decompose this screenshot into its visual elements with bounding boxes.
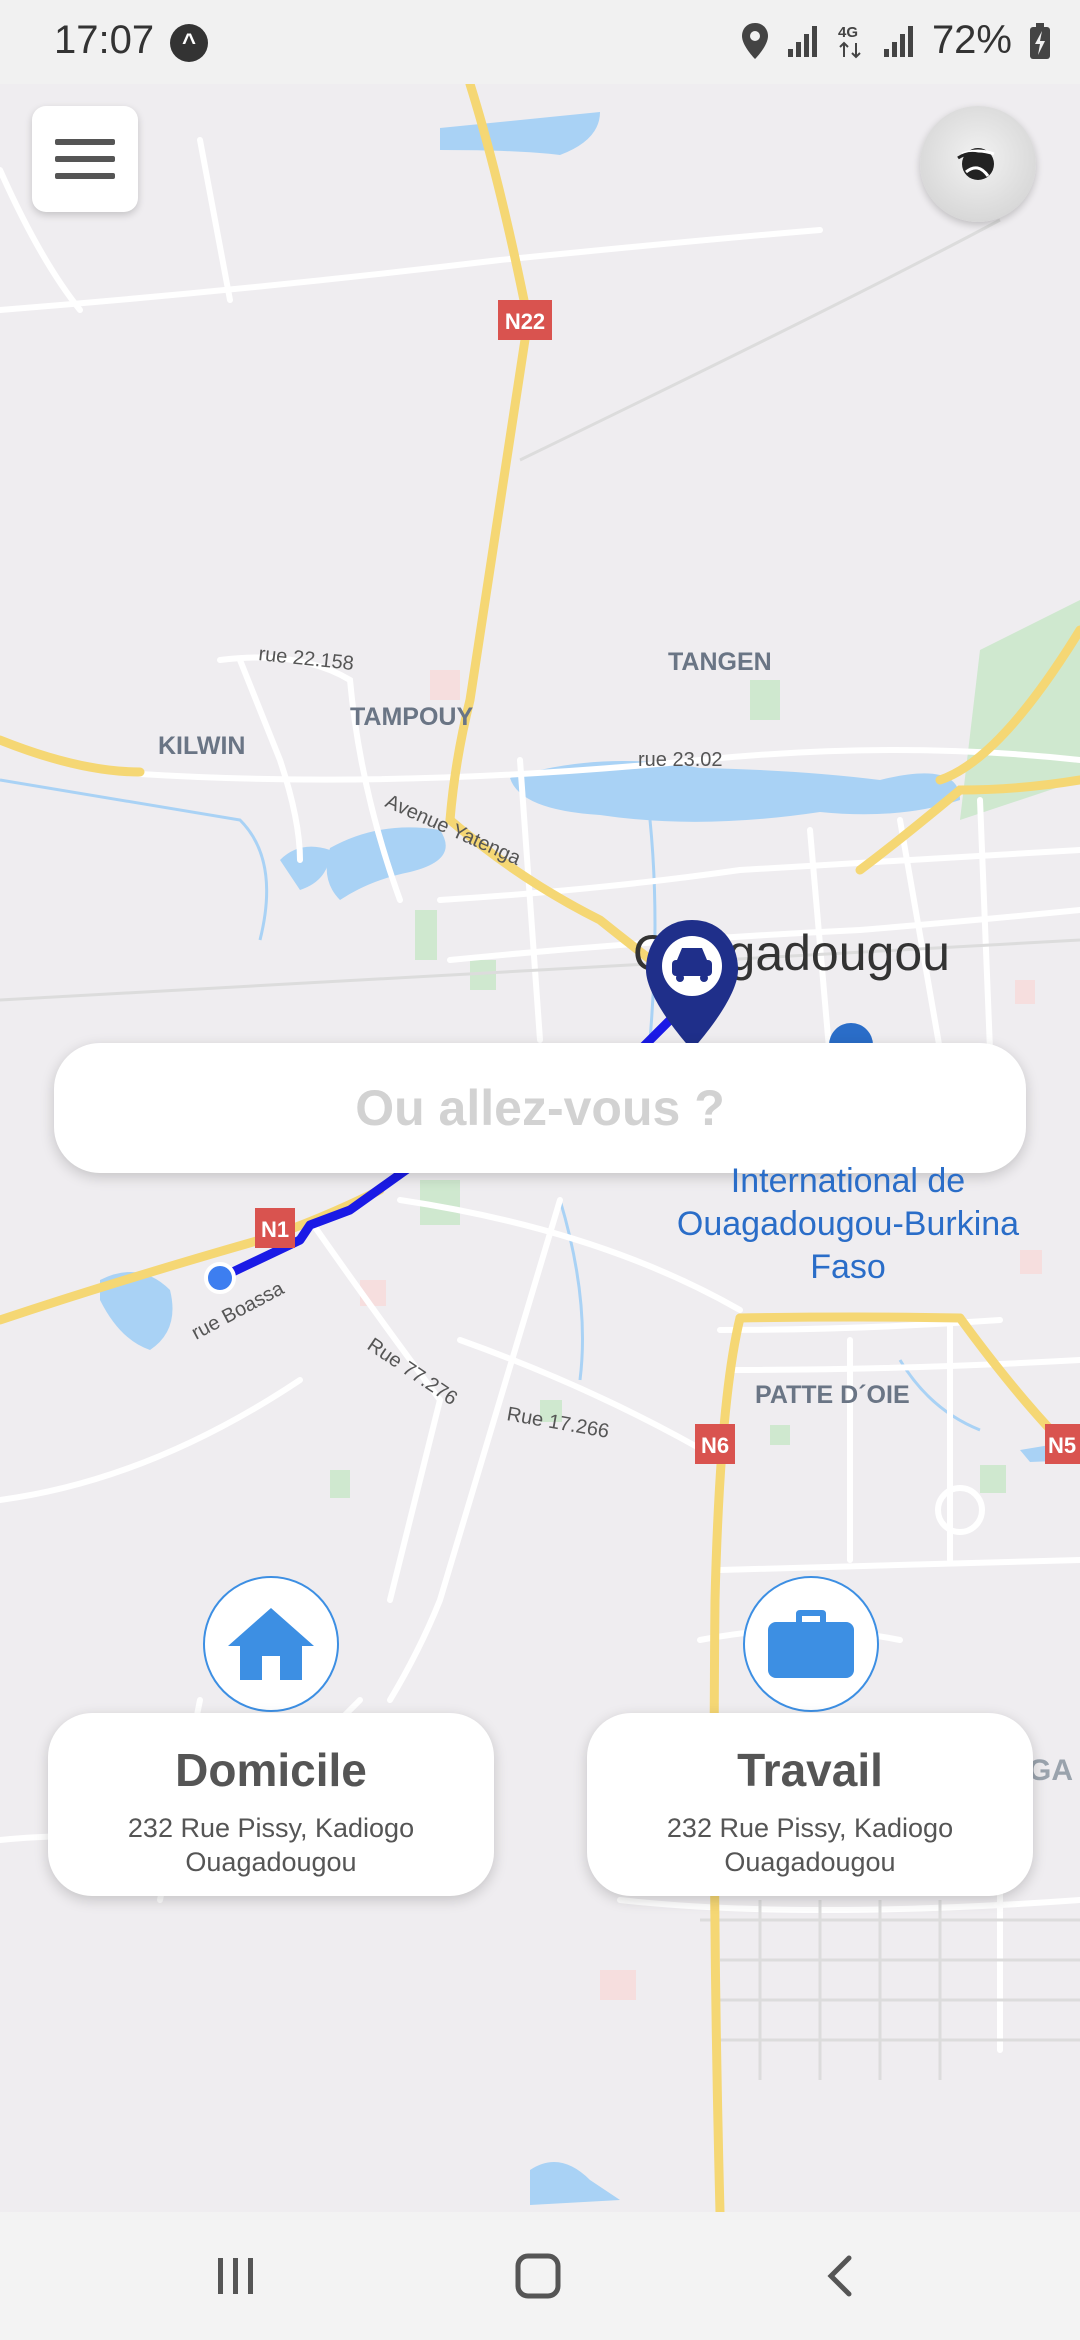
address-line: Ouagadougou	[724, 1847, 896, 1877]
airport-label-line: Ouagadougou-Burkina	[676, 1205, 1020, 1243]
home-shortcut-button[interactable]	[203, 1576, 339, 1712]
road-badge: N6	[695, 1424, 735, 1464]
recent-apps-button[interactable]	[206, 2246, 266, 2306]
svg-text:N1: N1	[261, 1217, 289, 1242]
district-label: KILWIN	[158, 732, 246, 760]
home-button[interactable]	[508, 2246, 568, 2306]
airport-label-line: International de	[730, 1162, 966, 1200]
place-title: Domicile	[175, 1744, 367, 1796]
signal-icon	[787, 25, 817, 57]
current-location-dot	[204, 1262, 236, 1294]
back-button[interactable]	[810, 2246, 870, 2306]
battery-percent: 72%	[931, 18, 1012, 62]
signal-icon	[883, 25, 913, 57]
street-label: rue 23.02	[638, 749, 723, 771]
address-line: 232 Rue Pissy, Kadiogo	[666, 1813, 954, 1843]
address-line: 232 Rue Pissy, Kadiogo	[127, 1813, 415, 1843]
svg-text:N6: N6	[701, 1433, 729, 1458]
place-address: 232 Rue Pissy, Kadiogo Ouagadougou	[48, 1811, 494, 1879]
profile-avatar[interactable]	[920, 106, 1036, 222]
location-icon	[741, 22, 768, 59]
airport-label-line: Faso	[810, 1248, 886, 1286]
app-logo-icon	[957, 148, 995, 180]
place-address: 232 Rue Pissy, Kadiogo Ouagadougou	[587, 1811, 1033, 1879]
address-line: Ouagadougou	[185, 1847, 357, 1877]
svg-text:N5: N5	[1048, 1433, 1076, 1458]
svg-text:4G: 4G	[838, 24, 858, 41]
destination-search-input[interactable]: Ou allez-vous ?	[54, 1043, 1026, 1173]
back-chevron-icon	[827, 2255, 852, 2297]
search-placeholder: Ou allez-vous ?	[355, 1080, 725, 1136]
district-label: PATTE D´OIE	[755, 1381, 910, 1409]
district-label: TAMPOUY	[350, 703, 473, 731]
battery-charging-icon	[1030, 22, 1050, 59]
status-icons: 4G 72%	[740, 18, 1052, 63]
airport-label: International de Ouagadougou-Burkina Fas…	[652, 1160, 1044, 1289]
svg-text:N22: N22	[505, 309, 545, 334]
system-navigation-bar	[0, 2212, 1080, 2340]
work-shortcut-button[interactable]	[743, 1576, 879, 1712]
briefcase-icon	[768, 1610, 854, 1678]
home-place-card[interactable]: Domicile 232 Rue Pissy, Kadiogo Ouagadou…	[48, 1713, 494, 1896]
recent-apps-icon	[218, 2258, 253, 2294]
place-title: Travail	[737, 1744, 883, 1796]
hamburger-menu-icon	[55, 139, 115, 179]
menu-button[interactable]	[32, 106, 138, 212]
status-time: 17:07	[54, 18, 155, 62]
home-square-icon	[515, 2253, 561, 2299]
district-label: GA 2	[1028, 1754, 1080, 1787]
network-4g-icon: 4G	[838, 24, 861, 58]
home-icon	[228, 1608, 314, 1680]
road-badge: N5	[1045, 1424, 1080, 1464]
work-place-card[interactable]: Travail 232 Rue Pissy, Kadiogo Ouagadoug…	[587, 1713, 1033, 1896]
road-badge: N1	[255, 1208, 295, 1248]
road-badge: N22	[498, 300, 552, 340]
status-bar: 17:07 ^ 4G 72%	[0, 0, 1080, 84]
district-label: TANGEN	[668, 648, 772, 676]
app-notification-icon: ^	[170, 24, 208, 62]
